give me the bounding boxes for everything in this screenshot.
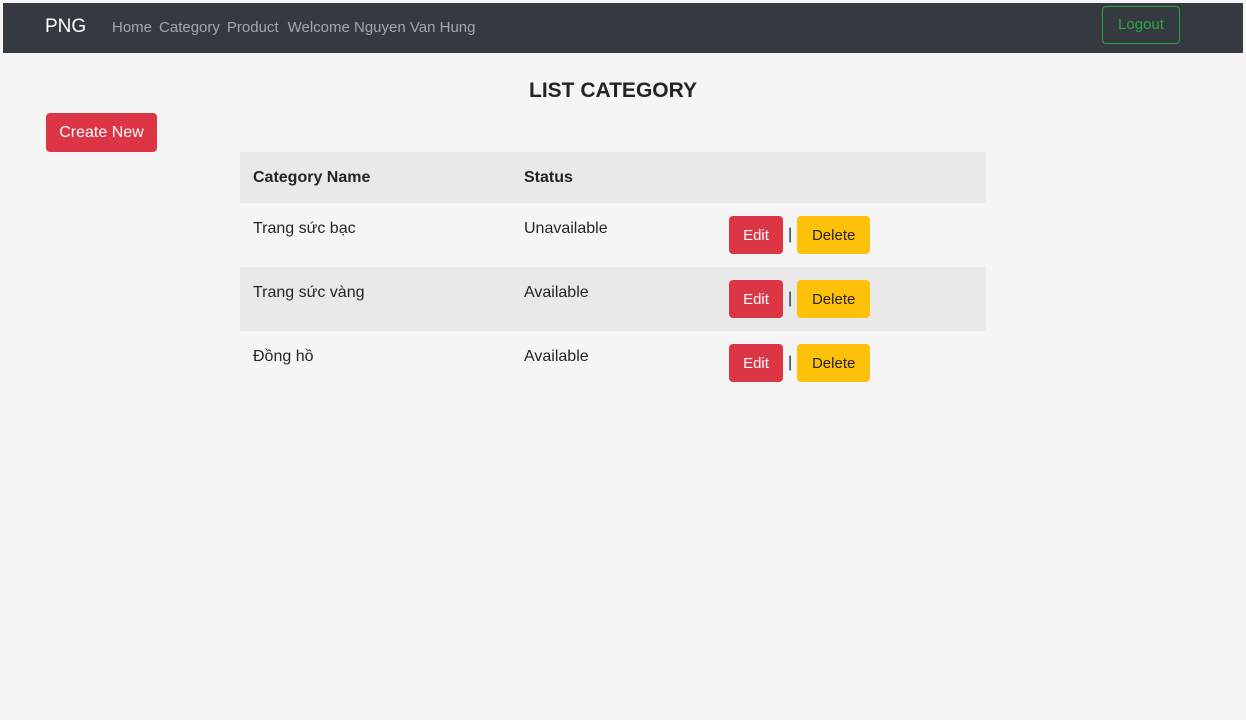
category-name: Trang sức bạc: [253, 220, 356, 237]
page-title: LIST CATEGORY: [529, 79, 697, 102]
table-row: Đồng hồ Available Edit | Delete: [240, 331, 986, 395]
column-header-status: Status: [524, 168, 573, 186]
category-table: Category Name Status Trang sức bạc Unava…: [240, 152, 986, 395]
category-name-cell: Đồng hồ: [240, 331, 511, 395]
status-cell: Available: [511, 267, 716, 331]
status-cell: Available: [511, 331, 716, 395]
table-header-row: Category Name Status: [240, 152, 986, 203]
category-status: Unavailable: [524, 220, 608, 237]
action-separator: |: [788, 290, 793, 307]
delete-button[interactable]: Delete: [797, 344, 871, 382]
column-header-category-name: Category Name: [253, 168, 371, 186]
table-body: Trang sức bạc Unavailable Edit | Delete …: [240, 203, 986, 395]
table-header: Category Name Status: [240, 152, 986, 203]
category-name-cell: Trang sức vàng: [240, 267, 511, 331]
nav-category-link[interactable]: Category: [159, 18, 220, 38]
actions-cell: Edit | Delete: [716, 331, 986, 395]
table-row: Trang sức bạc Unavailable Edit | Delete: [240, 203, 986, 267]
nav-links: Home Category Product Welcome Nguyen Van…: [112, 18, 475, 38]
category-name: Đồng hồ: [253, 348, 314, 365]
category-status: Available: [524, 284, 589, 301]
category-name-cell: Trang sức bạc: [240, 203, 511, 267]
column-header-actions: [716, 152, 986, 203]
table-row: Trang sức vàng Available Edit | Delete: [240, 267, 986, 331]
action-separator: |: [788, 354, 793, 371]
nav-product-link[interactable]: Product: [227, 18, 279, 38]
action-separator: |: [788, 226, 793, 243]
status-cell: Unavailable: [511, 203, 716, 267]
category-name: Trang sức vàng: [253, 284, 365, 301]
delete-button[interactable]: Delete: [797, 280, 871, 318]
edit-button[interactable]: Edit: [729, 216, 783, 254]
category-status: Available: [524, 348, 589, 365]
row-actions: Edit | Delete: [729, 280, 986, 318]
app-frame: PNG Home Category Product Welcome Nguyen…: [0, 0, 1246, 720]
row-actions: Edit | Delete: [729, 216, 986, 254]
brand-link[interactable]: PNG: [45, 15, 86, 39]
row-actions: Edit | Delete: [729, 344, 986, 382]
actions-cell: Edit | Delete: [716, 267, 986, 331]
actions-cell: Edit | Delete: [716, 203, 986, 267]
create-new-button[interactable]: Create New: [46, 113, 157, 152]
logout-button[interactable]: Logout: [1102, 6, 1180, 44]
welcome-user-link[interactable]: Welcome Nguyen Van Hung: [288, 18, 476, 38]
edit-button[interactable]: Edit: [729, 280, 783, 318]
delete-button[interactable]: Delete: [797, 216, 871, 254]
edit-button[interactable]: Edit: [729, 344, 783, 382]
nav-home-link[interactable]: Home: [112, 18, 152, 38]
top-navbar: PNG Home Category Product Welcome Nguyen…: [3, 3, 1243, 53]
